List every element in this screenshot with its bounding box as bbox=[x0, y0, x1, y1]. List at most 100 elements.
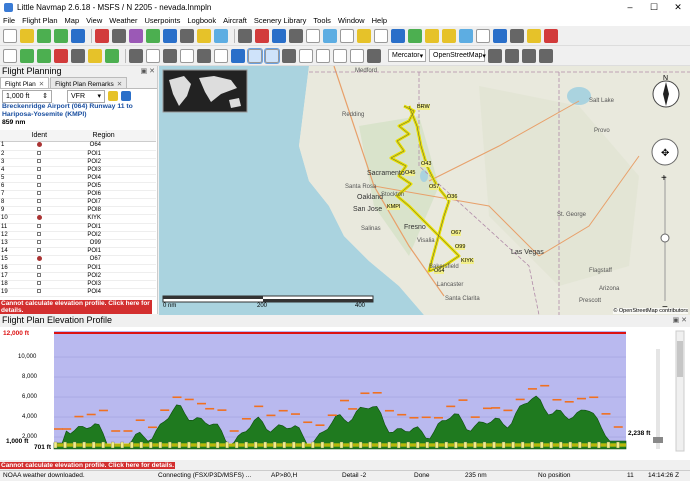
zoom-in-icon[interactable] bbox=[37, 48, 51, 63]
home-icon[interactable] bbox=[95, 28, 109, 43]
profile-error-link[interactable]: Cannot calculate elevation profile. Clic… bbox=[0, 462, 176, 469]
info-icon[interactable] bbox=[255, 28, 269, 43]
save-as-icon[interactable] bbox=[54, 28, 68, 43]
sim-connect-icon[interactable] bbox=[272, 28, 286, 43]
route-reverse-icon[interactable] bbox=[146, 28, 160, 43]
menu-tools[interactable]: Tools bbox=[313, 16, 331, 25]
waypoint-label[interactable]: O57 bbox=[429, 184, 440, 190]
col-region[interactable]: Region bbox=[51, 130, 156, 142]
pen-icon[interactable] bbox=[539, 48, 553, 63]
marks-icon[interactable] bbox=[105, 48, 119, 63]
menu-map[interactable]: Map bbox=[65, 16, 80, 25]
waypoint-label[interactable]: O43 bbox=[421, 161, 432, 167]
ndb-icon[interactable] bbox=[340, 28, 354, 43]
close-icon[interactable]: ✕ bbox=[39, 81, 44, 88]
table-row[interactable]: 9 POI8 bbox=[0, 206, 156, 215]
menu-logbook[interactable]: Logbook bbox=[187, 16, 216, 25]
map-attribution[interactable]: © OpenStreetMap contributors bbox=[613, 308, 688, 314]
user-features-icon[interactable] bbox=[299, 48, 313, 63]
open-plan-icon[interactable] bbox=[20, 28, 34, 43]
altitude-spinner[interactable]: 1,000 ft ⇕ bbox=[2, 89, 52, 103]
waypoint-label[interactable]: KIYK bbox=[461, 258, 474, 264]
vor-icon[interactable] bbox=[323, 28, 337, 43]
table-row[interactable]: 7 POI6 bbox=[0, 190, 156, 199]
route-adjust-icon[interactable] bbox=[197, 28, 211, 43]
minimum-altitude-icon[interactable] bbox=[231, 48, 245, 63]
table-row[interactable]: 12 POI2 bbox=[0, 231, 156, 240]
menu-scenery-library[interactable]: Scenery Library bbox=[254, 16, 307, 25]
waypoint-label[interactable]: O99 bbox=[455, 244, 466, 250]
airways-icon[interactable] bbox=[391, 28, 405, 43]
table-row[interactable]: 11 POI1 bbox=[0, 223, 156, 232]
edit-icon[interactable] bbox=[522, 48, 536, 63]
weather-icon[interactable] bbox=[493, 28, 507, 43]
table-row[interactable]: 3 POI2 bbox=[0, 158, 156, 167]
table-row[interactable]: 17 POI2 bbox=[0, 272, 156, 281]
col-ident[interactable]: Ident bbox=[27, 130, 52, 142]
flight-rules-select[interactable]: VFR ▾ bbox=[67, 89, 105, 103]
airspace-icon[interactable] bbox=[408, 28, 422, 43]
elevation-profile[interactable]: 12,000 ft 10,000 8,000 6,000 4,000 2,000… bbox=[0, 327, 690, 460]
userpoint-icon[interactable] bbox=[425, 28, 439, 43]
online-icon[interactable] bbox=[476, 28, 490, 43]
close-button[interactable]: ✕ bbox=[666, 0, 690, 14]
cities-icon[interactable] bbox=[180, 48, 194, 63]
waypoint-label[interactable]: KMPI bbox=[387, 204, 401, 210]
table-row[interactable]: 14 POI1 bbox=[0, 247, 156, 256]
sun-shading-icon[interactable] bbox=[527, 28, 541, 43]
back-icon[interactable] bbox=[3, 48, 17, 63]
theme-select[interactable]: OpenStreetMap ▾ bbox=[429, 49, 486, 62]
map-detail-icon[interactable] bbox=[247, 47, 263, 64]
route-edit-icon[interactable] bbox=[180, 28, 194, 43]
table-row[interactable]: 10 KIYK bbox=[0, 214, 156, 224]
table-row[interactable]: 19 POI4 bbox=[0, 288, 156, 297]
menu-aircraft[interactable]: Aircraft bbox=[223, 16, 247, 25]
maximize-button[interactable]: ☐ bbox=[642, 0, 666, 14]
flight-plan-edit-icon[interactable] bbox=[108, 91, 118, 101]
logbook-icon[interactable] bbox=[442, 28, 456, 43]
waypoint-label[interactable]: O45 bbox=[405, 170, 416, 176]
projection-select[interactable]: Mercator ▾ bbox=[388, 49, 426, 62]
table-row[interactable]: 15 O67 bbox=[0, 255, 156, 265]
table-row[interactable]: 18 POI3 bbox=[0, 280, 156, 289]
compass-rose-icon[interactable] bbox=[282, 48, 296, 63]
table-row[interactable]: 5 POI4 bbox=[0, 174, 156, 183]
ils-icon[interactable] bbox=[374, 28, 388, 43]
table-row[interactable]: 16 POI1 bbox=[0, 264, 156, 273]
panel-float-close-icons[interactable]: ▣ ✕ bbox=[673, 316, 687, 324]
route-calc-icon[interactable] bbox=[129, 28, 143, 43]
waypoint-label[interactable]: O36 bbox=[447, 194, 458, 200]
menu-userpoints[interactable]: Userpoints bbox=[144, 16, 180, 25]
vehicle-icon[interactable] bbox=[350, 48, 364, 63]
close-icon[interactable]: ✕ bbox=[117, 81, 122, 88]
menu-window[interactable]: Window bbox=[338, 16, 365, 25]
highlight-icon[interactable] bbox=[146, 48, 160, 63]
menu-weather[interactable]: Weather bbox=[109, 16, 137, 25]
table-row[interactable]: 13 O99 bbox=[0, 239, 156, 248]
menu-view[interactable]: View bbox=[86, 16, 102, 25]
center-aircraft-icon[interactable] bbox=[129, 48, 143, 63]
table-row[interactable]: 2 POI1 bbox=[0, 150, 156, 159]
tab-flight-plan-remarks[interactable]: Flight Plan Remarks ✕ bbox=[50, 77, 128, 88]
ai-traffic-icon[interactable] bbox=[316, 48, 330, 63]
waypoint-label[interactable]: O64 bbox=[434, 268, 445, 274]
minimize-button[interactable]: – bbox=[618, 0, 642, 14]
waypoint-label[interactable]: O67 bbox=[451, 230, 462, 236]
ship-traffic-icon[interactable] bbox=[333, 48, 347, 63]
flight-path-icon[interactable] bbox=[367, 48, 381, 63]
aircraft-trail-icon[interactable] bbox=[459, 28, 473, 43]
wind-icon[interactable] bbox=[510, 28, 524, 43]
aircraft-center-icon[interactable] bbox=[289, 28, 303, 43]
airport-icon[interactable] bbox=[306, 28, 320, 43]
menu-help[interactable]: Help bbox=[372, 16, 387, 25]
route-map-icon[interactable] bbox=[214, 28, 228, 43]
table-row[interactable]: 6 POI5 bbox=[0, 182, 156, 191]
zoom-out-icon[interactable] bbox=[54, 48, 68, 63]
search-icon[interactable] bbox=[238, 28, 252, 43]
map-detail-more-icon[interactable] bbox=[264, 47, 280, 64]
waypoint-label[interactable]: BRW bbox=[417, 104, 430, 110]
menu-flight-plan[interactable]: Flight Plan bbox=[22, 16, 57, 25]
airport-labels-icon[interactable] bbox=[214, 48, 228, 63]
ruler-icon[interactable] bbox=[71, 48, 85, 63]
layers-icon[interactable] bbox=[505, 48, 519, 63]
